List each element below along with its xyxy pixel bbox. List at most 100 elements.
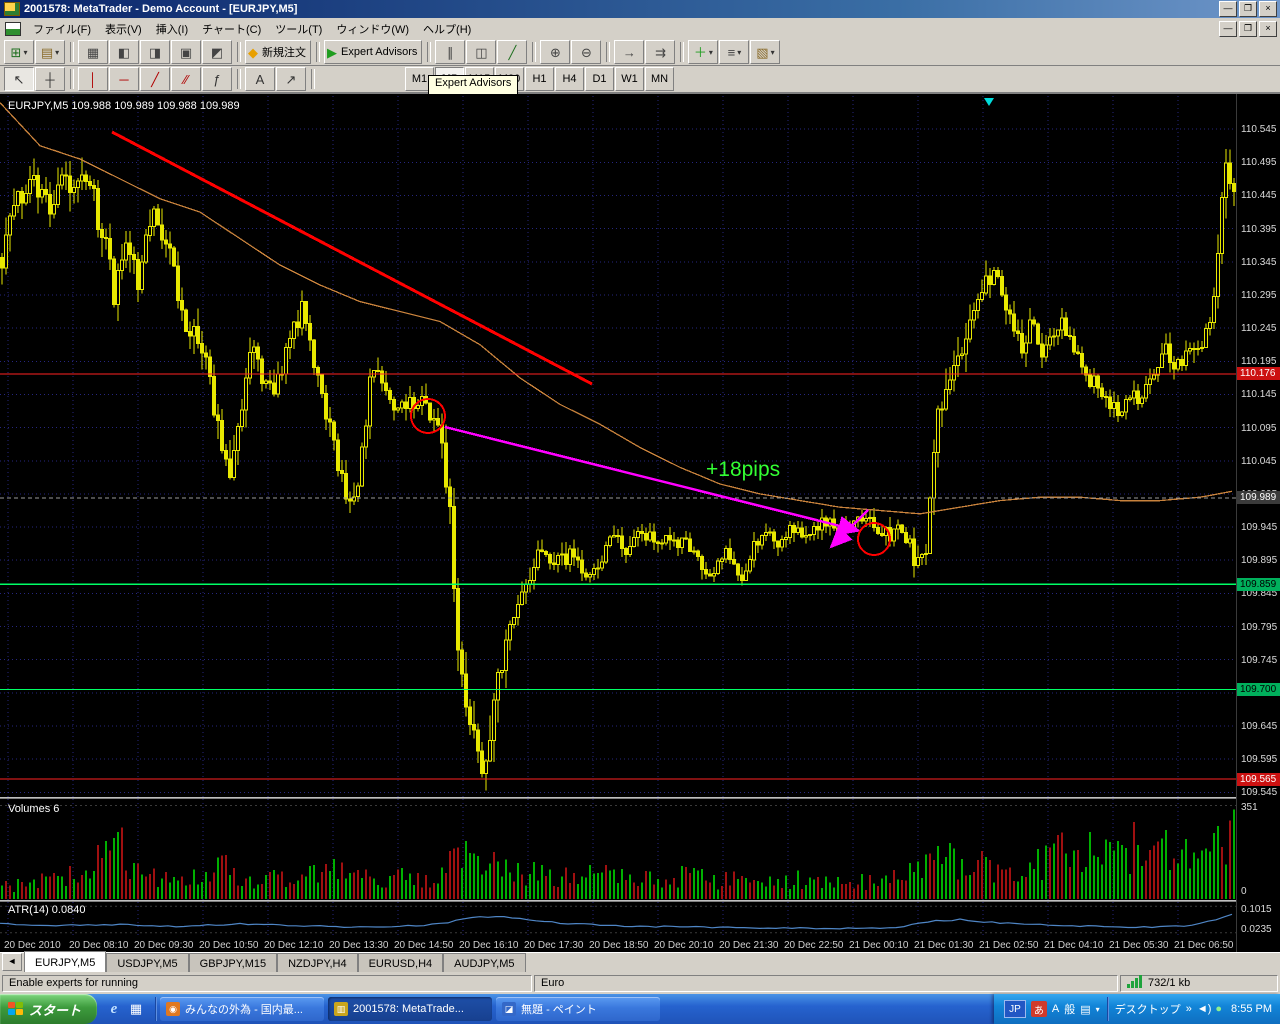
- ime-alpha-mode[interactable]: A: [1052, 1003, 1059, 1015]
- terminal-button[interactable]: ▣: [171, 40, 201, 64]
- new-chart-dropdown-icon[interactable]: ▾: [23, 48, 27, 57]
- volume-bar: [953, 849, 955, 900]
- navigator-button[interactable]: ◨: [140, 40, 170, 64]
- title-bar[interactable]: 2001578: MetaTrader - Demo Account - [EU…: [0, 0, 1280, 18]
- chart-mdi-icon[interactable]: [5, 22, 21, 36]
- candle-body: [605, 546, 608, 562]
- templates-dropdown-icon[interactable]: ▾: [771, 48, 775, 57]
- chart-tab-eurusd-h4[interactable]: EURUSD,H4: [358, 953, 444, 972]
- start-button[interactable]: スタート: [0, 994, 97, 1024]
- timeframe-w1-button[interactable]: W1: [615, 67, 644, 91]
- pips-annotation[interactable]: +18pips: [706, 458, 780, 481]
- tray-antivirus-icon[interactable]: ●: [1215, 1003, 1222, 1015]
- candle-body: [181, 301, 184, 311]
- desktop-toolbar-label[interactable]: デスクトップ: [1115, 1001, 1181, 1017]
- candle-body: [149, 227, 152, 236]
- timeframe-d1-button[interactable]: D1: [585, 67, 614, 91]
- candle-body: [97, 188, 100, 229]
- chart-shift-button[interactable]: ⇉: [645, 40, 675, 64]
- new-chart-button[interactable]: ⊞▾: [4, 40, 34, 64]
- menu-item-1[interactable]: 表示(V): [98, 18, 149, 40]
- toolbar-separator: [680, 42, 684, 62]
- auto-scroll-button[interactable]: →: [614, 40, 644, 64]
- indicators-dropdown-icon[interactable]: ▾: [709, 48, 713, 57]
- price-chart[interactable]: +18pips: [0, 96, 1236, 797]
- candle-body: [521, 592, 524, 605]
- mdi-close-button[interactable]: ×: [1259, 21, 1277, 37]
- timeframe-mn-button[interactable]: MN: [645, 67, 674, 91]
- periods-button[interactable]: ≡▾: [719, 40, 749, 64]
- chart-line-button[interactable]: ╱: [497, 40, 527, 64]
- toolbar-separator: [311, 69, 315, 89]
- menu-item-4[interactable]: ツール(T): [268, 18, 329, 40]
- candle-body: [897, 525, 900, 529]
- vertical-line-button[interactable]: │: [78, 67, 108, 91]
- chart-tab-audjpy-m5[interactable]: AUDJPY,M5: [443, 953, 525, 972]
- keyboard-icon[interactable]: ▤: [1080, 1003, 1090, 1016]
- equidistant-channel-button[interactable]: ∕∕: [171, 67, 201, 91]
- internet-explorer-icon[interactable]: e: [105, 1000, 123, 1018]
- menu-item-0[interactable]: ファイル(F): [26, 18, 98, 40]
- market-watch-button[interactable]: ▦: [78, 40, 108, 64]
- data-window-button[interactable]: ◧: [109, 40, 139, 64]
- chart-shift-marker[interactable]: [984, 98, 994, 106]
- atr-panel[interactable]: [0, 902, 1236, 937]
- chart-tab-eurjpy-m5[interactable]: EURJPY,M5: [24, 951, 106, 972]
- task-button-2[interactable]: ▥2001578: MetaTrade...: [328, 997, 492, 1021]
- moving-average-line[interactable]: [0, 103, 1232, 514]
- desktop-toolbar-chevron[interactable]: »: [1186, 1003, 1192, 1015]
- minimize-button[interactable]: —: [1219, 1, 1237, 17]
- menu-item-5[interactable]: ウィンドウ(W): [329, 18, 416, 40]
- zoom-in-button[interactable]: ⊕: [540, 40, 570, 64]
- atr-indicator-label: ATR(14) 0.0840: [8, 904, 85, 916]
- ime-input-mode-icon[interactable]: あ: [1031, 1001, 1047, 1017]
- chart-tab-nzdjpy-h4[interactable]: NZDJPY,H4: [277, 953, 357, 972]
- timeframe-h1-button[interactable]: H1: [525, 67, 554, 91]
- candle-body: [405, 402, 408, 408]
- menu-item-2[interactable]: 挿入(I): [149, 18, 195, 40]
- trade-arrow-annotation[interactable]: [445, 427, 856, 530]
- zoom-out-button[interactable]: ⊖: [571, 40, 601, 64]
- templates-button[interactable]: ▧▾: [750, 40, 780, 64]
- menu-item-6[interactable]: ヘルプ(H): [416, 18, 478, 40]
- show-desktop-icon[interactable]: ▦: [127, 1000, 145, 1018]
- close-button[interactable]: ×: [1259, 1, 1277, 17]
- task-button-1[interactable]: ◉みんなの外為 - 国内最...: [160, 997, 324, 1021]
- horizontal-line-button[interactable]: ─: [109, 67, 139, 91]
- chart-candlesticks-button[interactable]: ◫: [466, 40, 496, 64]
- crosshair-button[interactable]: ┼: [35, 67, 65, 91]
- mdi-minimize-button[interactable]: —: [1219, 21, 1237, 37]
- volume-bar: [1073, 850, 1075, 899]
- volume-bar: [533, 862, 535, 899]
- restore-button[interactable]: ❐: [1239, 1, 1257, 17]
- profiles-dropdown-icon[interactable]: ▾: [55, 48, 59, 57]
- candle-body: [285, 348, 288, 374]
- cursor-button[interactable]: ↖: [4, 67, 34, 91]
- mdi-restore-button[interactable]: ❐: [1239, 21, 1257, 37]
- chart-tab-usdjpy-m5[interactable]: USDJPY,M5: [106, 953, 188, 972]
- text-label-button[interactable]: A: [245, 67, 275, 91]
- strategy-tester-button[interactable]: ◩: [202, 40, 232, 64]
- task-button-3[interactable]: ◪無題 - ペイント: [496, 997, 660, 1021]
- timeframe-h4-button[interactable]: H4: [555, 67, 584, 91]
- new-order-button[interactable]: ◆新規注文: [245, 40, 311, 64]
- tray-volume-icon[interactable]: ◄): [1197, 1003, 1212, 1015]
- ime-jp-badge[interactable]: JP: [1004, 1000, 1026, 1018]
- menu-item-3[interactable]: チャート(C): [195, 18, 268, 40]
- expert-advisors-button[interactable]: ▶Expert Advisors: [324, 40, 422, 64]
- profiles-button[interactable]: ▤▾: [35, 40, 65, 64]
- trendline-button[interactable]: ╱: [140, 67, 170, 91]
- periods-dropdown-icon[interactable]: ▾: [737, 48, 741, 57]
- arrows-button[interactable]: ↗: [276, 67, 306, 91]
- tab-nav-button[interactable]: ◄: [2, 953, 22, 971]
- chart-tab-gbpjpy-m15[interactable]: GBPJPY,M15: [189, 953, 277, 972]
- chart-bars-button[interactable]: ∥: [435, 40, 465, 64]
- indicators-button[interactable]: ＋▾: [688, 40, 718, 64]
- volume-bar: [777, 879, 779, 899]
- ime-options-caret[interactable]: ▾: [1096, 1005, 1100, 1014]
- price-scale-label: 110.545: [1241, 124, 1276, 135]
- volumes-panel[interactable]: [0, 799, 1236, 900]
- fibonacci-retracement-button[interactable]: ƒ: [202, 67, 232, 91]
- trendline-annotation[interactable]: [112, 132, 592, 384]
- ime-conversion-mode[interactable]: 般: [1064, 1001, 1075, 1017]
